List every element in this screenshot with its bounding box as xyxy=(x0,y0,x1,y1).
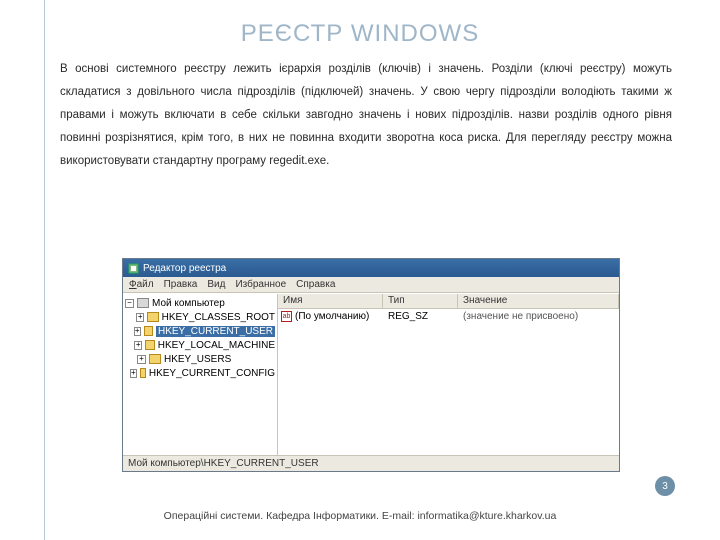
plus-icon[interactable]: + xyxy=(130,369,137,378)
folder-icon xyxy=(140,368,146,378)
tree-key[interactable]: + HKEY_CLASSES_ROOT xyxy=(125,310,275,324)
folder-icon xyxy=(144,326,153,336)
tree-key[interactable]: + HKEY_CURRENT_USER xyxy=(125,324,275,338)
menu-view[interactable]: Вид xyxy=(207,279,225,290)
tree-root[interactable]: − Мой компьютер xyxy=(125,296,275,310)
menu-help[interactable]: Справка xyxy=(296,279,335,290)
folder-icon xyxy=(145,340,155,350)
list-header[interactable]: Имя Тип Значение xyxy=(278,294,619,309)
col-header-name[interactable]: Имя xyxy=(278,294,383,308)
plus-icon[interactable]: + xyxy=(134,341,141,350)
regedit-window: Редактор реестра ФФайлайл Правка Вид Изб… xyxy=(122,258,620,472)
values-pane: Имя Тип Значение ab (По умолчанию) REG_S… xyxy=(278,294,619,455)
list-body[interactable]: ab (По умолчанию) REG_SZ (значение не пр… xyxy=(278,309,619,455)
value-name: (По умолчанию) xyxy=(295,311,369,322)
tree-key-label: HKEY_CURRENT_CONFIG xyxy=(149,368,275,379)
footer-text: Операційні системи. Кафедра Інформатики.… xyxy=(0,510,720,522)
menu-edit[interactable]: Правка xyxy=(164,279,198,290)
window-title: Редактор реестра xyxy=(143,263,226,274)
app-icon xyxy=(127,262,139,274)
folder-icon xyxy=(147,312,158,322)
col-header-value[interactable]: Значение xyxy=(458,294,619,308)
folder-icon xyxy=(149,354,161,364)
window-titlebar[interactable]: Редактор реестра xyxy=(123,259,619,277)
tree-root-label: Мой компьютер xyxy=(152,298,225,309)
computer-icon xyxy=(137,298,149,308)
tree-key[interactable]: + HKEY_LOCAL_MACHINE xyxy=(125,338,275,352)
menu-fav[interactable]: Избранное xyxy=(235,279,286,290)
tree-key-label: HKEY_USERS xyxy=(164,354,231,365)
tree-key-selected-label: HKEY_CURRENT_USER xyxy=(156,326,275,337)
tree-key-label: HKEY_LOCAL_MACHINE xyxy=(158,340,275,351)
status-text: Мой компьютер\HKEY_CURRENT_USER xyxy=(128,458,319,469)
string-value-icon: ab xyxy=(281,311,292,322)
plus-icon[interactable]: + xyxy=(136,313,144,322)
menu-file[interactable]: ФФайлайл xyxy=(129,279,154,290)
minus-icon[interactable]: − xyxy=(125,299,134,308)
plus-icon[interactable]: + xyxy=(134,327,141,336)
col-header-type[interactable]: Тип xyxy=(383,294,458,308)
page-number-badge: 3 xyxy=(655,476,675,496)
tree-key-label: HKEY_CLASSES_ROOT xyxy=(162,312,275,323)
value-data: (значение не присвоено) xyxy=(458,311,619,322)
table-row[interactable]: ab (По умолчанию) REG_SZ (значение не пр… xyxy=(278,309,619,323)
slide-accent-line xyxy=(44,0,45,540)
plus-icon[interactable]: + xyxy=(137,355,146,364)
registry-tree[interactable]: − Мой компьютер + HKEY_CLASSES_ROOT + HK… xyxy=(123,294,278,455)
slide-body-text: В основі системного реєстру лежить ієрар… xyxy=(60,58,672,173)
value-type: REG_SZ xyxy=(383,311,458,322)
statusbar: Мой компьютер\HKEY_CURRENT_USER xyxy=(123,455,619,471)
menubar: ФФайлайл Правка Вид Избранное Справка xyxy=(123,277,619,293)
tree-key[interactable]: + HKEY_USERS xyxy=(125,352,275,366)
tree-key[interactable]: + HKEY_CURRENT_CONFIG xyxy=(125,366,275,380)
slide-title: РЕЄСТР WINDOWS xyxy=(0,20,720,48)
